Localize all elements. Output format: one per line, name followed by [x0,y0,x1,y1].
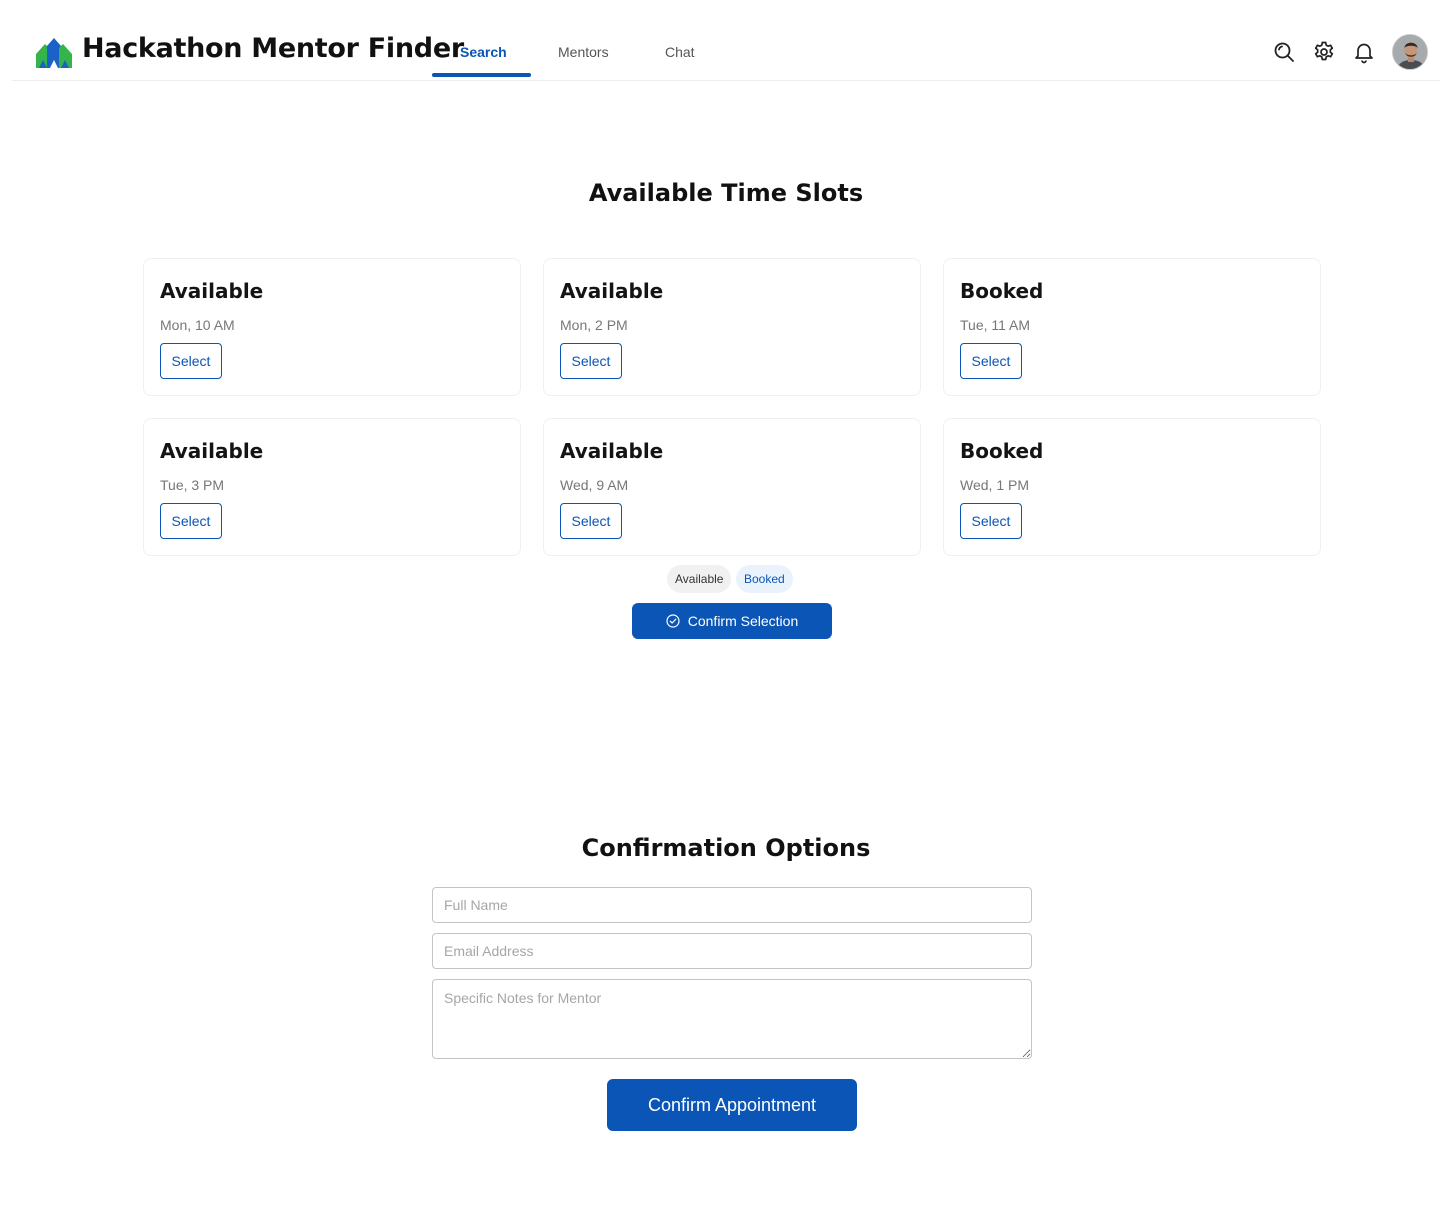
section-title-confirmation: Confirmation Options [581,834,871,862]
confirm-appointment-button[interactable]: Confirm Appointment [607,1079,857,1131]
legend-chip-booked[interactable]: Booked [736,565,793,593]
slot-status: Available [160,279,264,303]
active-tab-indicator [432,73,531,77]
slot-status: Available [560,279,664,303]
legend-chip-available[interactable]: Available [667,565,732,593]
email-field[interactable] [432,933,1032,969]
logo-icon[interactable] [36,36,72,68]
search-icon[interactable] [1272,40,1296,64]
select-slot-button[interactable]: Select [560,343,622,379]
slot-time: Mon, 2 PM [560,317,628,333]
slot-time: Tue, 3 PM [160,477,225,493]
slot-status: Available [560,439,664,463]
time-slot-card: Available Tue, 3 PM Select [143,418,521,556]
time-slot-card: Available Mon, 2 PM Select [543,258,921,396]
mentor-notes-textarea[interactable] [432,979,1032,1059]
slot-status: Available [160,439,264,463]
bell-icon[interactable] [1352,40,1376,64]
tab-search[interactable]: Search [460,44,507,60]
slot-time: Wed, 1 PM [960,477,1029,493]
confirm-selection-button[interactable]: Confirm Selection [632,603,832,639]
slot-status: Booked [960,279,1044,303]
time-slot-card: Available Wed, 9 AM Select [543,418,921,556]
slot-time: Wed, 9 AM [560,477,629,493]
avatar[interactable] [1392,34,1428,70]
time-slot-card: Booked Wed, 1 PM Select [943,418,1321,556]
select-slot-button[interactable]: Select [160,503,222,539]
select-slot-button[interactable]: Select [960,343,1022,379]
select-slot-button[interactable]: Select [560,503,622,539]
app-title: Hackathon Mentor Finder [82,33,464,64]
confirm-selection-label: Confirm Selection [687,613,799,629]
check-circle-icon [666,614,680,628]
gear-icon[interactable] [1312,40,1336,64]
tab-mentors[interactable]: Mentors [558,44,609,60]
slot-time: Mon, 10 AM [160,317,235,333]
select-slot-button[interactable]: Select [160,343,222,379]
full-name-field[interactable] [432,887,1032,923]
tab-chat[interactable]: Chat [665,44,695,60]
top-nav-bar: Hackathon Mentor Finder Search Mentors C… [12,0,1440,81]
slot-status: Booked [960,439,1044,463]
time-slot-card: Available Mon, 10 AM Select [143,258,521,396]
section-title-time-slots: Available Time Slots [588,179,864,207]
slot-time: Tue, 11 AM [960,317,1031,333]
select-slot-button[interactable]: Select [960,503,1022,539]
time-slot-card: Booked Tue, 11 AM Select [943,258,1321,396]
